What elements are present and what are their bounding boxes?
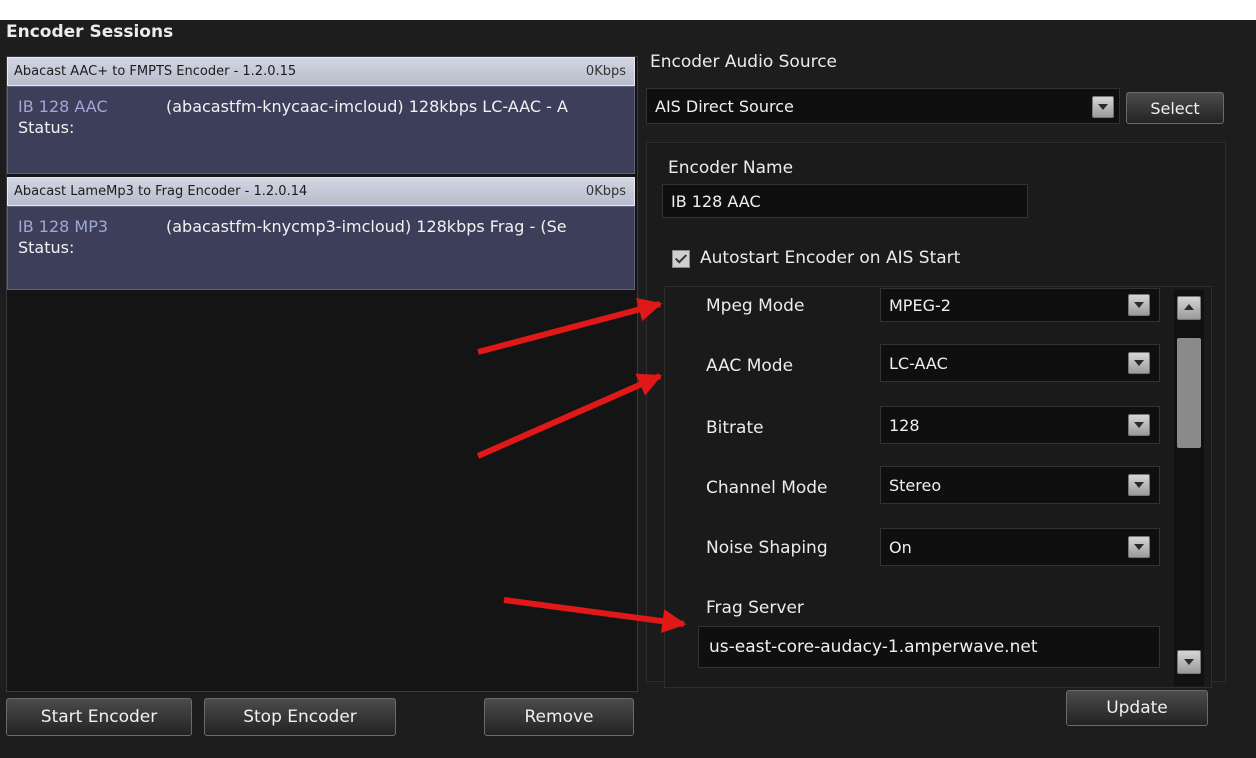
bitrate-value: 128 <box>889 415 920 435</box>
session-body[interactable]: IB 128 MP3 (abacastfm-knycmp3-imcloud) 12… <box>7 206 635 290</box>
start-encoder-button[interactable]: Start Encoder <box>6 698 192 736</box>
session-plugin-name: Abacast AAC+ to FMPTS Encoder - 1.2.0.15 <box>14 64 297 79</box>
channel-mode-label: Channel Mode <box>706 478 828 498</box>
encoder-name-input[interactable]: IB 128 AAC <box>662 184 1028 218</box>
scroll-up-icon[interactable] <box>1177 296 1201 320</box>
session-description: (abacastfm-knycaac-imcloud) 128kbps LC-A… <box>166 97 568 116</box>
noise-shaping-select[interactable]: On <box>880 528 1160 566</box>
mpeg-mode-select[interactable]: MPEG-2 <box>880 288 1160 322</box>
autostart-label: Autostart Encoder on AIS Start <box>700 248 961 268</box>
bitrate-dropdown-icon[interactable] <box>1128 414 1150 436</box>
session-name: IB 128 AAC <box>18 97 108 116</box>
mpeg-mode-value: MPEG-2 <box>889 295 951 315</box>
update-button[interactable]: Update <box>1066 690 1208 726</box>
section-title: Encoder Sessions <box>6 22 174 42</box>
channel-mode-select[interactable]: Stereo <box>880 466 1160 504</box>
bitrate-label: Bitrate <box>706 418 764 438</box>
remove-button[interactable]: Remove <box>484 698 634 736</box>
sessions-list: Abacast AAC+ to FMPTS Encoder - 1.2.0.15… <box>6 56 638 692</box>
audio-source-value: AIS Direct Source <box>655 96 794 116</box>
session-body[interactable]: IB 128 AAC (abacastfm-knycaac-imcloud) 12… <box>7 86 635 174</box>
session-item[interactable]: Abacast AAC+ to FMPTS Encoder - 1.2.0.15… <box>7 57 635 174</box>
session-header: Abacast AAC+ to FMPTS Encoder - 1.2.0.15… <box>7 57 635 86</box>
audio-source-dropdown-icon[interactable] <box>1092 96 1114 118</box>
bitrate-select[interactable]: 128 <box>880 406 1160 444</box>
channel-mode-dropdown-icon[interactable] <box>1128 474 1150 496</box>
aac-mode-select[interactable]: LC-AAC <box>880 344 1160 382</box>
frag-server-value: us-east-core-audacy-1.amperwave.net <box>709 637 1038 657</box>
frag-server-label: Frag Server <box>706 598 804 618</box>
session-rate: 0Kbps <box>585 184 626 199</box>
frag-server-input[interactable]: us-east-core-audacy-1.amperwave.net <box>698 626 1160 668</box>
session-plugin-name: Abacast LameMp3 to Frag Encoder - 1.2.0.… <box>14 184 308 199</box>
encoder-name-label: Encoder Name <box>668 158 794 178</box>
encoder-app: Encoder Sessions Abacast AAC+ to FMPTS E… <box>0 20 1256 758</box>
noise-shaping-value: On <box>889 537 912 557</box>
aac-mode-value: LC-AAC <box>889 353 948 373</box>
autostart-checkbox[interactable] <box>672 250 690 268</box>
select-button[interactable]: Select <box>1126 92 1224 124</box>
channel-mode-value: Stereo <box>889 475 942 495</box>
noise-shaping-dropdown-icon[interactable] <box>1128 536 1150 558</box>
session-status: Status: <box>18 238 75 257</box>
audio-source-select[interactable]: AIS Direct Source <box>646 88 1120 124</box>
session-rate: 0Kbps <box>585 64 626 79</box>
scroll-thumb[interactable] <box>1177 338 1201 448</box>
audio-source-label: Encoder Audio Source <box>650 52 838 72</box>
session-header: Abacast LameMp3 to Frag Encoder - 1.2.0.… <box>7 177 635 206</box>
encoder-name-value: IB 128 AAC <box>671 191 761 211</box>
stop-encoder-button[interactable]: Stop Encoder <box>204 698 396 736</box>
session-status: Status: <box>18 118 75 137</box>
aac-mode-dropdown-icon[interactable] <box>1128 352 1150 374</box>
session-description: (abacastfm-knycmp3-imcloud) 128kbps Frag… <box>166 217 567 236</box>
scroll-down-icon[interactable] <box>1177 650 1201 674</box>
aac-mode-label: AAC Mode <box>706 356 794 376</box>
session-item[interactable]: Abacast LameMp3 to Frag Encoder - 1.2.0.… <box>7 177 635 290</box>
session-name: IB 128 MP3 <box>18 217 109 236</box>
mpeg-mode-dropdown-icon[interactable] <box>1128 294 1150 316</box>
noise-shaping-label: Noise Shaping <box>706 538 828 558</box>
mpeg-mode-label: Mpeg Mode <box>706 296 805 316</box>
